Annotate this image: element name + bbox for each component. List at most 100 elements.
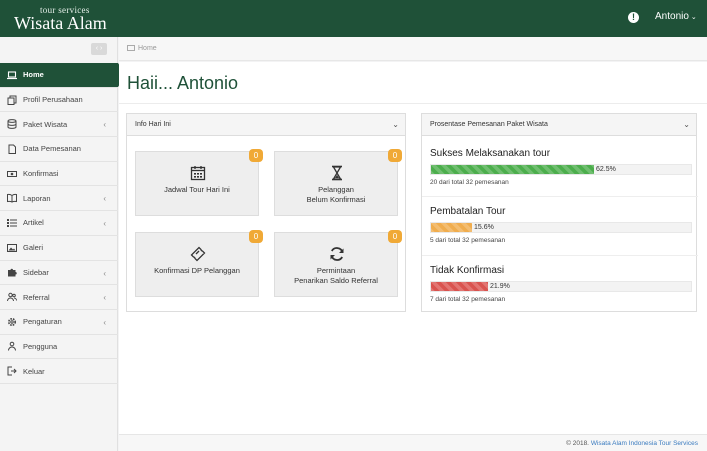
sidebar-item-pengaturan[interactable]: Pengaturan ‹ [0,310,118,335]
sidebar-item-label: Data Pemesanan [23,144,81,154]
sidebar-item-label: Laporan [23,193,51,203]
info-panel-header[interactable]: Info Hari Ini ⌄ [127,114,405,136]
count-badge: 0 [388,149,402,162]
sidebar-item-artikel[interactable]: Artikel ‹ [0,211,118,236]
stat-subtext: 5 dari total 32 pemesanan [430,237,506,244]
calendar-icon [190,166,206,181]
puzzle-icon [7,267,17,277]
sidebar-item-data-pemesanan[interactable]: Data Pemesanan [0,137,118,162]
stat-pembatalan: Pembatalan Tour 15.6% 5 dari total 32 pe… [430,206,692,244]
laptop-icon [7,70,17,80]
footer: © 2018. Wisata Alam Indonesia Tour Servi… [119,434,707,451]
chevron-left-icon: ‹ [103,120,106,130]
progress-bar: 15.6% [430,222,692,233]
sidebar-item-konfirmasi[interactable]: Konfirmasi [0,162,118,187]
user-group-icon [7,341,17,351]
sidebar-item-sidebar[interactable]: Sidebar ‹ [0,261,118,286]
copy-icon [7,95,17,105]
sidebar-item-profil-perusahaan[interactable]: Profil Perusahaan [0,88,118,113]
brand-logo[interactable]: tour services Wisata Alam [14,5,114,33]
chevron-down-icon[interactable]: ⌄ [683,120,690,129]
exclamation-circle-icon[interactable]: ! [628,12,639,23]
tile-konfirmasi-dp[interactable]: Konfirmasi DP Pelanggan 0 [135,230,263,297]
sidebar-nav: Home Profil Perusahaan Paket Wisata ‹ Data P… [0,63,126,384]
tile-jadwal-tour[interactable]: Jadwal Tour Hari Ini 0 [135,149,263,216]
sidebar-item-galeri[interactable]: Galeri [0,236,118,261]
chevron-left-icon: ‹ [103,268,106,278]
stat-title: Pembatalan Tour [430,206,506,217]
chevron-left-icon: ‹ [103,219,106,229]
info-panel: Info Hari Ini ⌄ Jadwal Tour Hari Ini 0 P… [126,113,406,312]
count-badge: 0 [249,149,263,162]
chevron-down-icon[interactable]: ⌄ [392,120,399,129]
sidebar-collapse-button[interactable]: ‹ › [91,43,107,55]
sidebar-item-home[interactable]: Home [0,63,126,88]
sidebar-item-label: Keluar [23,366,45,376]
money-icon [7,169,17,179]
progress-label: 62.5% [596,166,616,173]
sidebar-item-label: Home [23,70,44,80]
stat-subtext: 7 dari total 32 pemesanan [430,296,506,303]
sidebar-item-label: Paket Wisata [23,119,68,129]
chevron-down-icon: ⌄ [690,14,697,21]
chevron-left-icon: ‹ [103,293,106,303]
footer-link[interactable]: Wisata Alam Indonesia Tour Services [591,440,698,447]
tile-pelanggan-belum-konfirmasi[interactable]: Pelanggan Belum Konfirmasi 0 [274,149,402,216]
stat-subtext: 20 dari total 32 pemesanan [430,179,509,186]
sidebar-item-label: Galeri [23,243,44,253]
stat-title: Sukses Melaksanakan tour [430,148,551,159]
stat-divider [422,255,698,256]
stats-panel-title: Prosentase Pemesanan Paket Wisata [430,121,548,128]
title-divider [119,103,707,104]
brand-title: Wisata Alam [14,13,107,33]
stats-panel: Prosentase Pemesanan Paket Wisata ⌄ Suks… [421,113,698,312]
ticket-icon [190,246,206,262]
tile-label: Konfirmasi DP Pelanggan [154,266,240,275]
stat-tidak-konfirmasi: Tidak Konfirmasi 21.9% 7 dari total 32 p… [430,265,692,303]
tile-label: Jadwal Tour Hari Ini [164,185,230,194]
stats-panel-header[interactable]: Prosentase Pemesanan Paket Wisata ⌄ [422,114,696,136]
sidebar-item-paket-wisata[interactable]: Paket Wisata ‹ [0,112,118,138]
sign-out-icon [7,366,17,376]
sidebar-item-laporan[interactable]: Laporan ‹ [0,186,118,212]
sidebar-item-pengguna[interactable]: Pengguna [0,335,118,360]
user-name: Antonio [655,11,689,22]
sidebar-item-keluar[interactable]: Keluar [0,359,118,384]
breadcrumb: Home [119,37,707,61]
image-icon [7,243,17,253]
list-icon [7,218,17,228]
progress-fill [431,165,594,174]
sidebar: ‹ › Home Profil Perusahaan Paket Wisata ‹ Da… [0,37,126,451]
sidebar-item-label: Sidebar [23,267,49,277]
stat-divider [422,196,698,197]
stat-sukses: Sukses Melaksanakan tour 62.5% 20 dari t… [430,148,692,186]
gear-icon [7,317,17,327]
refresh-icon [330,247,344,261]
sidebar-item-label: Pengaturan [23,317,62,327]
users-icon [7,292,17,302]
laptop-icon [127,45,135,51]
tile-label: Pelanggan Belum Konfirmasi [306,185,366,204]
progress-label: 15.6% [474,224,494,231]
user-menu[interactable]: Antonio ⌄ [655,11,697,22]
chevron-left-icon: ‹ [103,317,106,327]
breadcrumb-home[interactable]: Home [138,45,157,52]
count-badge: 0 [388,230,402,243]
stat-title: Tidak Konfirmasi [430,265,505,276]
info-panel-title: Info Hari Ini [135,121,171,128]
footer-copyright: © 2018. [566,440,589,447]
count-badge: 0 [249,230,263,243]
progress-label: 21.9% [490,283,510,290]
tile-penarikan-saldo[interactable]: Permintaan Penarikan Saldo Referral 0 [274,230,402,297]
sidebar-item-label: Artikel [23,218,44,228]
book-icon [7,193,17,203]
sidebar-item-label: Referral [23,292,50,302]
sidebar-item-label: Konfirmasi [23,169,59,179]
sidebar-item-label: Pengguna [23,341,58,351]
sidebar-item-label: Profil Perusahaan [23,95,83,105]
progress-bar: 21.9% [430,281,692,292]
file-icon [7,144,17,154]
main-content: Haii... Antonio Info Hari Ini ⌄ Jadwal T… [119,62,707,434]
sidebar-item-referral[interactable]: Referral ‹ [0,285,118,310]
page-title: Haii... Antonio [127,73,239,93]
